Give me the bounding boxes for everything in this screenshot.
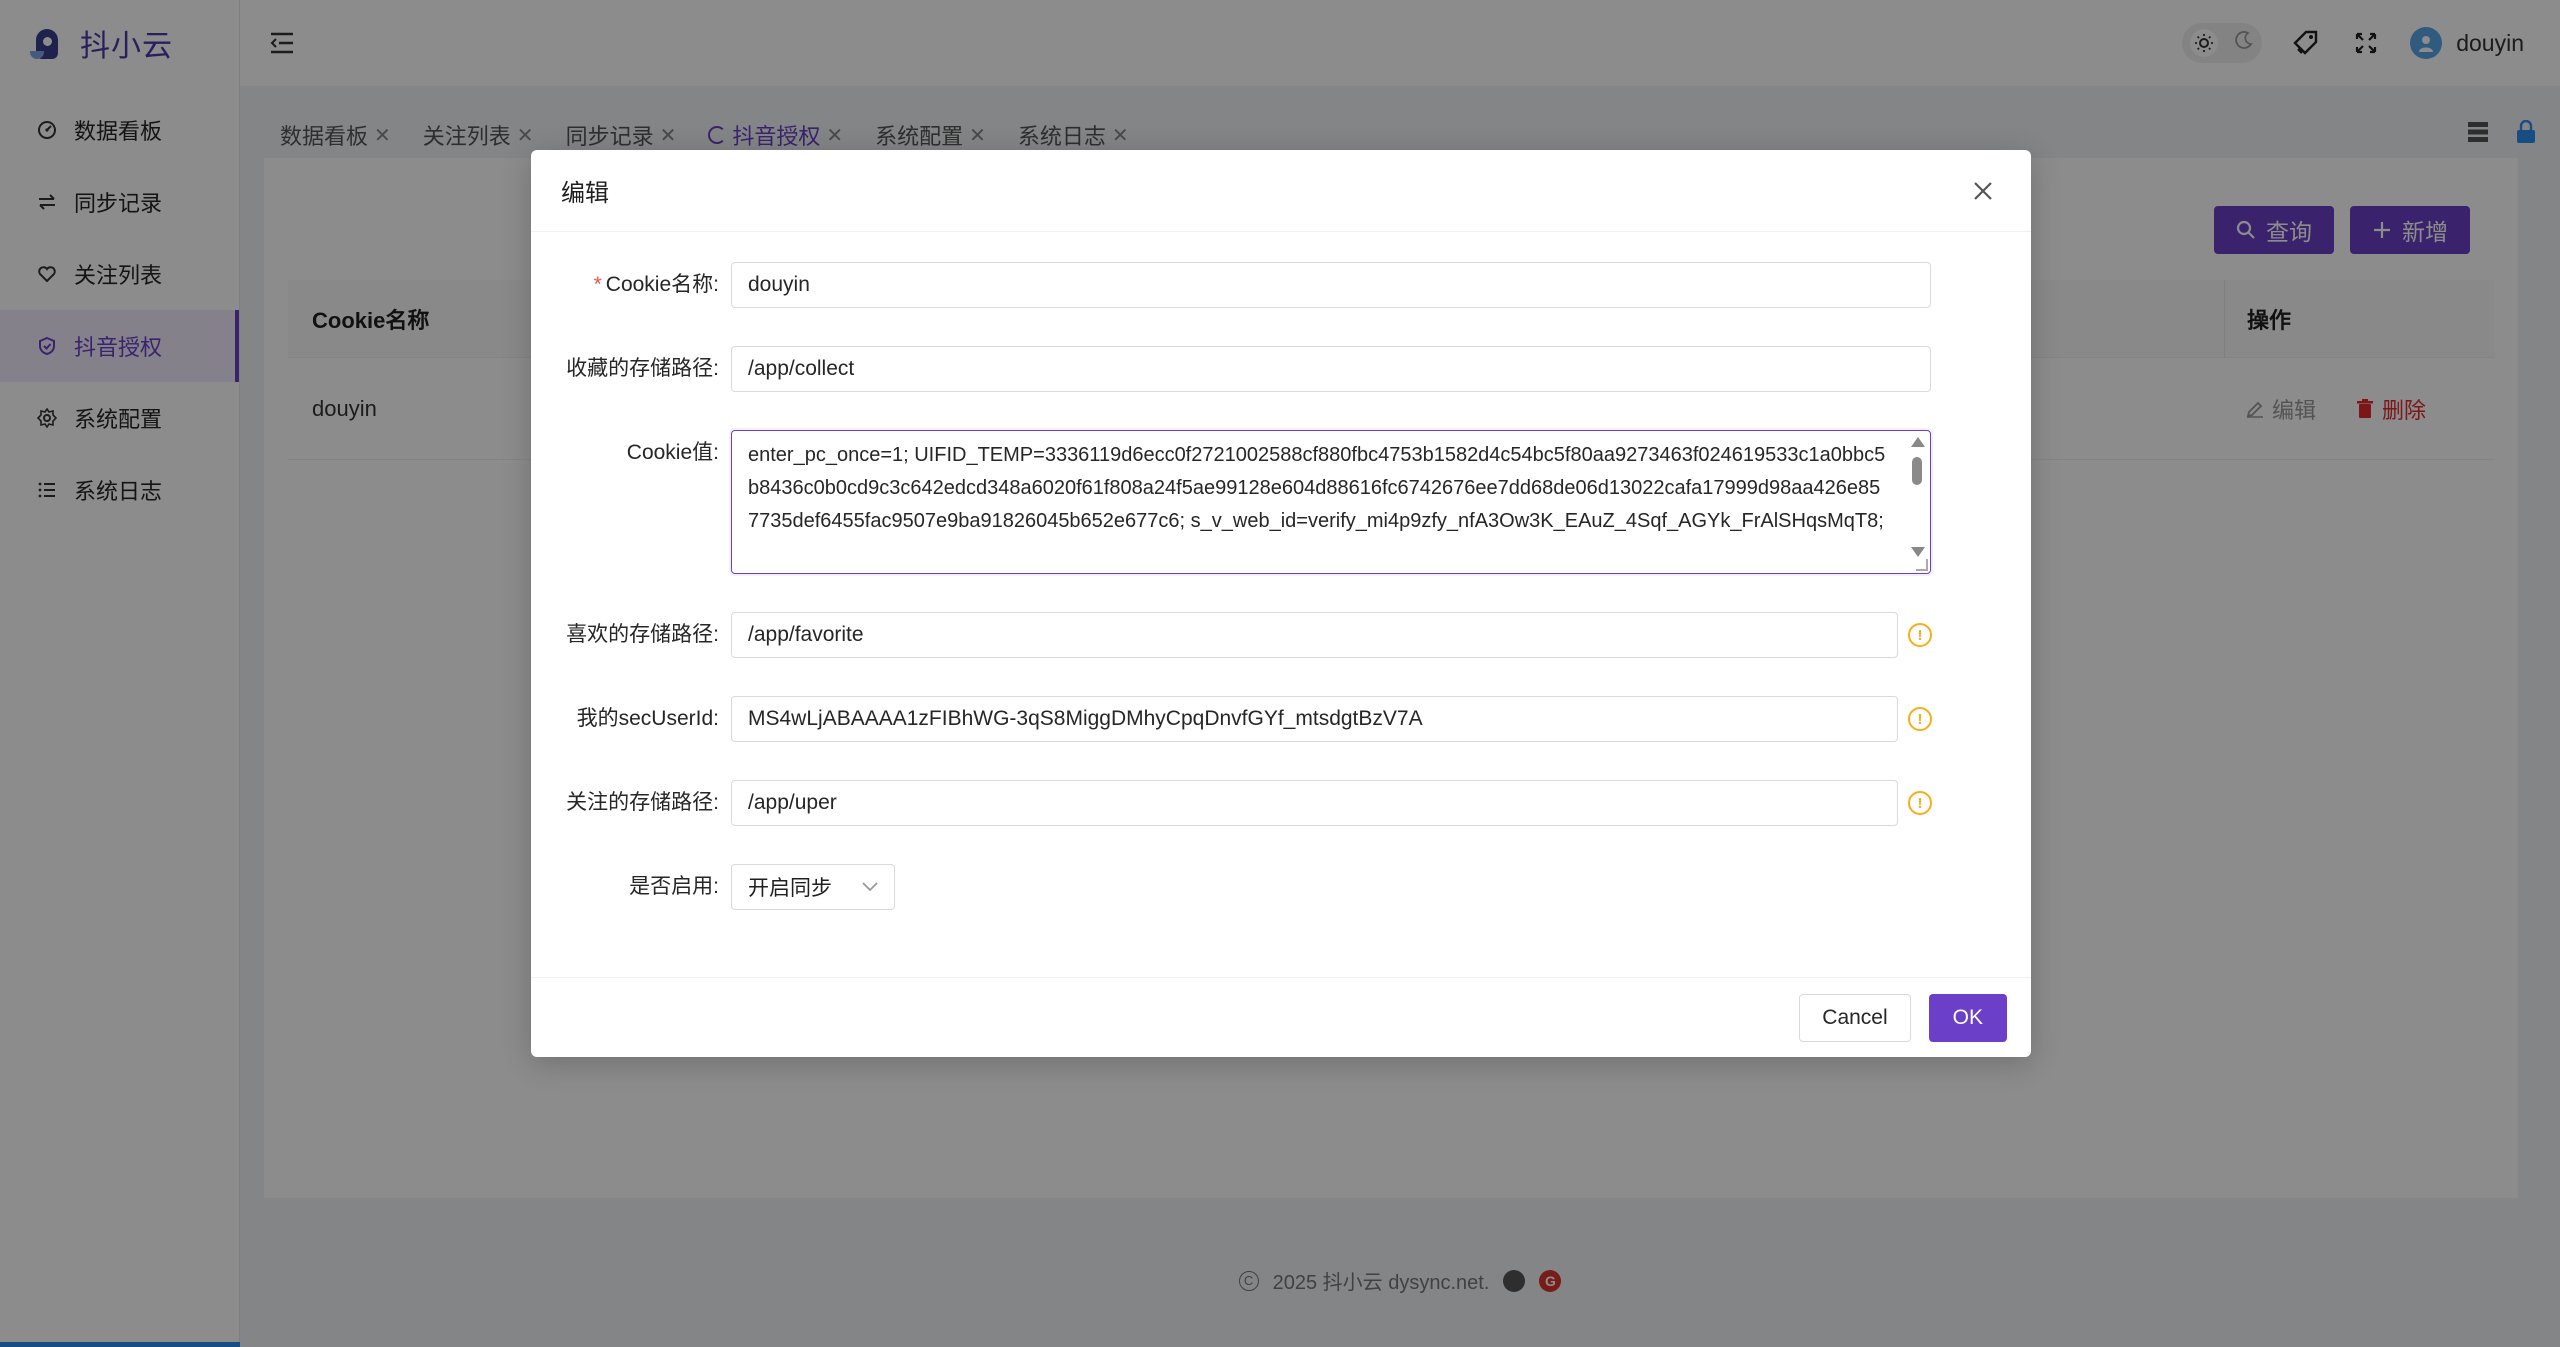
close-icon[interactable]: [1965, 173, 2001, 209]
ok-button[interactable]: OK: [1928, 993, 2007, 1042]
form-row-uper-path: 关注的存储路径: /app/uper !: [531, 780, 2031, 826]
form-row-enabled: 是否启用: 开启同步: [531, 864, 2031, 910]
uper-path-input[interactable]: /app/uper: [731, 780, 1898, 826]
info-icon[interactable]: !: [1908, 623, 1932, 647]
cookie-name-label: * Cookie名称:: [593, 273, 719, 296]
required-mark: *: [593, 273, 602, 296]
cancel-button[interactable]: Cancel: [1799, 993, 1911, 1042]
form-row-favorite-path: 喜欢的存储路径: /app/favorite !: [531, 612, 2031, 658]
uper-path-label: 关注的存储路径:: [566, 791, 719, 814]
sec-user-id-label: 我的secUserId:: [576, 707, 719, 730]
cookie-value-text: enter_pc_once=1; UIFID_TEMP=3336119d6ecc…: [748, 444, 1886, 532]
edit-dialog: 编辑 * Cookie名称: douyin 收藏的存储路径: /app/colle…: [531, 150, 2031, 1057]
form-row-collect-path: 收藏的存储路径: /app/collect: [531, 346, 2031, 392]
dialog-header: 编辑: [531, 150, 2031, 232]
cookie-value-textarea[interactable]: enter_pc_once=1; UIFID_TEMP=3336119d6ecc…: [731, 430, 1931, 574]
chevron-down-icon: [862, 882, 878, 892]
collect-path-input[interactable]: /app/collect: [731, 346, 1931, 392]
info-icon[interactable]: !: [1908, 791, 1932, 815]
form-row-cookie-name: * Cookie名称: douyin: [531, 262, 2031, 308]
collect-path-label: 收藏的存储路径:: [566, 357, 719, 380]
sec-user-id-input[interactable]: MS4wLjABAAAA1zFIBhWG-3qS8MiggDMhyCpqDnvf…: [731, 696, 1898, 742]
info-icon[interactable]: !: [1908, 707, 1932, 731]
form-row-cookie-value: Cookie值: enter_pc_once=1; UIFID_TEMP=333…: [531, 430, 2031, 574]
enabled-select[interactable]: 开启同步: [731, 864, 895, 910]
textarea-scrollbar[interactable]: [1908, 435, 1926, 569]
favorite-path-input[interactable]: /app/favorite: [731, 612, 1898, 658]
cookie-name-input[interactable]: douyin: [731, 262, 1931, 308]
resize-handle[interactable]: [1916, 559, 1928, 571]
favorite-path-label: 喜欢的存储路径:: [566, 623, 719, 646]
enabled-label: 是否启用:: [629, 875, 719, 898]
enabled-value: 开启同步: [748, 877, 832, 900]
cookie-value-label: Cookie值:: [626, 441, 719, 464]
dialog-title: 编辑: [561, 180, 609, 207]
form-row-sec-user-id: 我的secUserId: MS4wLjABAAAA1zFIBhWG-3qS8Mi…: [531, 696, 2031, 742]
dialog-footer: Cancel OK: [531, 977, 2031, 1057]
